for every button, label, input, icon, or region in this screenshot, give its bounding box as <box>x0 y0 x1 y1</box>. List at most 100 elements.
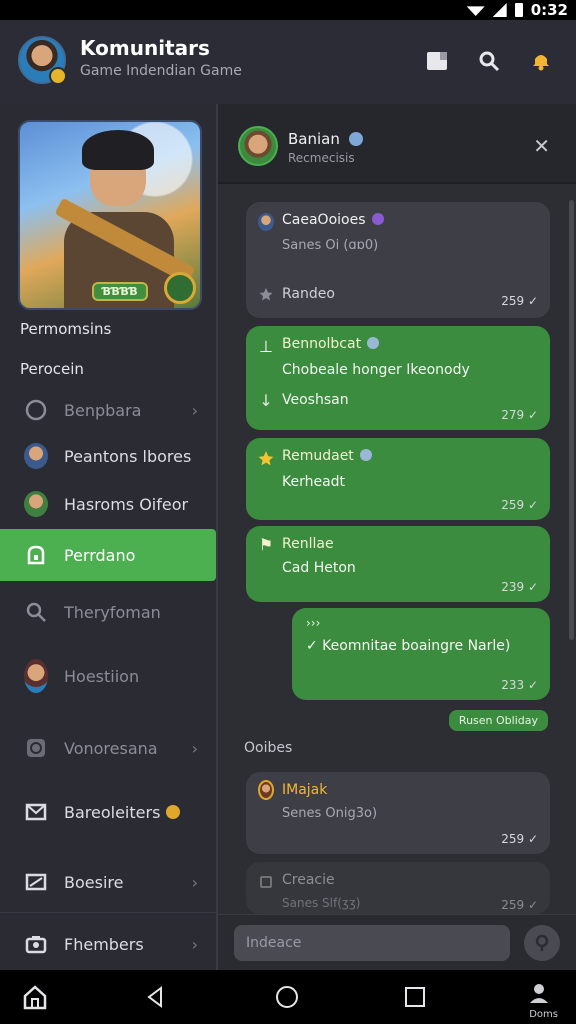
lock-icon <box>24 543 48 567</box>
hero-emblem-icon <box>164 272 196 304</box>
message-time: 259 ✓ <box>501 294 538 308</box>
avatar-badge-icon <box>49 67 67 85</box>
verified-icon <box>367 337 380 349</box>
sidebar-item-label: Boesire <box>64 872 124 892</box>
bell-icon[interactable] <box>528 48 554 74</box>
shield-icon <box>24 736 48 760</box>
message-sender: Renllae <box>282 536 334 552</box>
message-composer <box>218 914 576 970</box>
app-subtitle: Game Indendian Game <box>80 63 242 79</box>
recents-icon[interactable] <box>400 982 430 1012</box>
wifi-icon <box>466 6 485 16</box>
message-meta: Sanes Oi (ɑɒ0) <box>282 238 379 253</box>
message-text: Cad Heton <box>282 560 356 576</box>
message-sender: Remudaet <box>282 448 372 464</box>
sidebar-item-bareoleiters[interactable]: Bareoleiters <box>0 786 216 838</box>
message-bubble[interactable]: Remudaet Kerheadt 259 ✓ <box>246 438 550 520</box>
sidebar-item-label: Hoestiion <box>64 666 140 686</box>
app-avatar[interactable] <box>18 36 67 85</box>
sidebar-item-benpbara[interactable]: Benpbara › <box>0 384 216 436</box>
shield-icon <box>24 398 48 422</box>
message-bubble[interactable]: CaeaOoioes Sanes Oi (ɑɒ0) Randeo 259 ✓ <box>246 202 550 318</box>
sidebar: ƁƁƁƁ Permomsins Perocein Benpbara › Pean… <box>0 104 216 970</box>
message-sender: ››› <box>306 616 321 630</box>
message-time: 233 ✓ <box>501 678 538 692</box>
game-hero-card[interactable]: ƁƁƁƁ <box>18 120 202 310</box>
chat-subtitle: Recmecisis <box>288 151 355 165</box>
message-sender: CaeaOoioes <box>282 212 384 228</box>
purple-badge-icon <box>371 213 384 225</box>
chat-panel: Banian Recmecisis ✕ CaeaOoioes Sanes Oi … <box>216 104 576 970</box>
message-text: Randeo <box>282 286 335 302</box>
search-icon <box>24 600 48 624</box>
sidebar-divider <box>0 912 216 913</box>
reply-chip-button[interactable]: Rusen Obliday <box>448 710 548 731</box>
square-icon <box>258 874 274 890</box>
sidebar-item-peantons[interactable]: Peantons lbores <box>0 430 216 482</box>
sidebar-heading: Permomsins <box>20 320 112 338</box>
compose-icon[interactable] <box>424 48 450 74</box>
back-icon[interactable] <box>140 982 170 1012</box>
sidebar-item-label: Fhembers <box>64 934 144 954</box>
sidebar-item-label: Hasroms Oifeor <box>64 494 189 514</box>
chat-title: Banian <box>288 130 363 148</box>
message-text: Kerheadt <box>282 474 346 490</box>
message-sender: Bennolbcat <box>282 336 380 352</box>
hero-character-hair <box>82 130 154 170</box>
message-sender: IMajak <box>282 782 328 798</box>
sidebar-heading: Perocein <box>20 360 84 378</box>
camera-icon <box>24 932 48 956</box>
message-bubble[interactable]: ››› ✓ Keomnitae boaingre Narle) 233 ✓ <box>292 608 550 700</box>
sidebar-item-theryfoman[interactable]: Theryfoman <box>0 586 216 638</box>
message-text: Chobeale honger Ikeonody <box>282 362 470 378</box>
sidebar-item-perrdano[interactable]: Perrdano <box>0 529 216 581</box>
message-meta: Senes Onig3o) <box>282 806 378 821</box>
flag-icon: ⚑ <box>258 534 274 554</box>
hero-badge: ƁƁƁƁ <box>92 282 148 301</box>
sidebar-item-label: Bareoleiters <box>64 802 161 822</box>
message-bubble[interactable]: Creacie Sanes Slf(ʒʒ) 259 ✓ <box>246 862 550 914</box>
status-bar: 0:32 <box>0 0 576 20</box>
sidebar-item-vonoresana[interactable]: Vonoresana › <box>0 722 216 774</box>
chat-avatar[interactable] <box>238 126 278 166</box>
chevron-right-icon: › <box>191 400 198 420</box>
chat-title-text: Banian <box>288 130 340 148</box>
home-circle-icon[interactable] <box>272 982 302 1012</box>
message-input[interactable] <box>234 925 510 961</box>
verified-icon <box>348 132 363 146</box>
sidebar-item-fhembers[interactable]: Fhembers › <box>0 918 216 970</box>
user-avatar-icon <box>258 213 274 231</box>
mic-button[interactable] <box>524 925 560 961</box>
coin-badge-icon <box>166 805 181 819</box>
sidebar-item-boesire[interactable]: Boesire › <box>0 856 216 908</box>
message-time: 259 ✓ <box>501 898 538 912</box>
message-bubble[interactable]: ⚑ Renllae Cad Heton 239 ✓ <box>246 526 550 602</box>
sidebar-item-label: Theryfoman <box>64 602 161 622</box>
battery-icon <box>514 3 523 17</box>
star-icon <box>258 450 274 466</box>
home-icon[interactable] <box>20 982 50 1012</box>
app-header: Komunitars Game Indendian Game <box>0 20 576 123</box>
message-time: 239 ✓ <box>501 580 538 594</box>
section-label: Ooibes <box>244 740 293 756</box>
status-time: 0:32 <box>530 1 568 19</box>
profile-icon[interactable] <box>524 978 554 1008</box>
sidebar-item-hasroms[interactable]: Hasroms Oifeor <box>0 478 216 530</box>
message-bubble[interactable]: ⊥ Bennolbcat Chobeale honger Ikeonody ↓ … <box>246 326 550 430</box>
user-avatar-icon <box>258 780 274 800</box>
user-avatar-icon <box>24 491 48 517</box>
message-time: 259 ✓ <box>501 498 538 512</box>
scrollbar[interactable] <box>569 200 574 640</box>
profile-label: Doms <box>529 1009 558 1020</box>
arrow-down-icon: ↓ <box>259 390 273 410</box>
close-icon[interactable]: ✕ <box>533 134 550 158</box>
sidebar-item-hoestiion[interactable]: Hoestiion <box>0 650 216 702</box>
chevron-right-icon: › <box>191 934 198 954</box>
app-title: Komunitars <box>80 36 210 60</box>
signal-icon <box>492 3 507 17</box>
message-bubble[interactable]: IMajak Senes Onig3o) 259 ✓ <box>246 772 550 854</box>
sidebar-item-label: Vonoresana <box>64 738 158 758</box>
sidebar-item-label: Benpbara <box>64 400 142 420</box>
search-icon[interactable] <box>476 48 502 74</box>
message-text: Veoshsan <box>282 392 349 408</box>
